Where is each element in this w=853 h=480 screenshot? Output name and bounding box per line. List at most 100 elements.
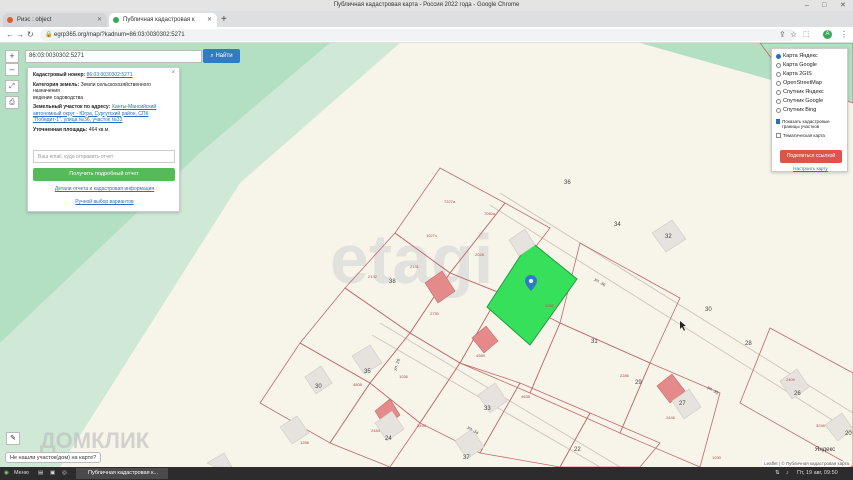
area-label: Уточненная площадь: — [33, 126, 88, 133]
svg-text:24: 24 — [385, 436, 392, 442]
fullscreen-icon[interactable]: ⤢ — [5, 80, 19, 93]
start-menu-icon[interactable]: ◉ — [4, 467, 9, 480]
checkbox-label: Тематическая карта — [783, 133, 825, 138]
land-use-value: ведение садоводства — [33, 94, 84, 101]
area-row: Уточненная площадь: 464 кв.м. — [33, 127, 174, 134]
svg-text:29: 29 — [635, 380, 642, 386]
menu-dots-icon[interactable]: ⋮ — [840, 28, 848, 42]
svg-text:1286: 1286 — [300, 440, 310, 445]
svg-text:28: 28 — [745, 341, 752, 347]
svg-text:30: 30 — [705, 307, 712, 313]
checkbox-label: Показать кадастровые границы участков — [782, 119, 830, 129]
svg-text:22: 22 — [574, 447, 581, 453]
tab-bar: Риэс : object ✕ Публичная кадастровая к … — [0, 11, 853, 27]
radio-icon — [776, 99, 781, 104]
svg-text:ул. 26: ул. 26 — [392, 358, 401, 372]
bookmark-star-icon[interactable]: ☆ — [790, 28, 797, 42]
svg-text:34: 34 — [614, 222, 621, 228]
svg-text:20: 20 — [845, 431, 852, 437]
land-category-label: Категория земель: — [33, 81, 80, 88]
radio-icon — [776, 72, 781, 77]
cadastral-search-input[interactable]: 86:03:0030302:5271 — [25, 50, 202, 63]
address-label: Земельный участок по адресу: — [33, 104, 111, 110]
plot-info-panel: × Кадастровый номер: 86:03:0030302:5271 … — [27, 67, 180, 212]
svg-text:7060а: 7060а — [484, 211, 496, 216]
layer-option-bing-sat[interactable]: Спутник Bing — [776, 106, 843, 115]
minimize-icon[interactable]: – — [805, 1, 809, 10]
zoom-in-button[interactable]: + — [5, 50, 19, 63]
checkbox-icon — [776, 119, 781, 124]
cadastral-borders-toggle[interactable]: Показать кадастровые границы участков — [776, 119, 843, 131]
url-field[interactable]: 🔒 egrp365.org/map/?kadnum=86:03:0030302:… — [40, 29, 795, 41]
svg-text:36: 36 — [564, 180, 571, 186]
land-category-row: Категория земель: Земли сельскохозяйстве… — [33, 82, 174, 95]
get-report-button[interactable]: Получить подробный отчет — [33, 168, 175, 181]
svg-text:1032: 1032 — [545, 303, 555, 308]
tab-close-icon[interactable]: ✕ — [207, 13, 212, 27]
layer-option-google-sat[interactable]: Спутник Google — [776, 97, 843, 106]
clock[interactable]: Пт, 19 авг, 09:50 — [797, 467, 838, 480]
svg-text:2131: 2131 — [410, 264, 420, 269]
layer-option-osm[interactable]: OpenStreetMap — [776, 79, 843, 88]
svg-text:2132: 2132 — [368, 274, 378, 279]
layer-option-yandex-sat[interactable]: Спутник Яндекс — [776, 88, 843, 97]
volume-icon[interactable]: ♪ — [786, 467, 789, 480]
file-manager-icon[interactable]: ▤ — [38, 467, 43, 480]
map-view[interactable]: etagi ДОМКЛИК 36 34 32 38 30 28 31 29 27… — [0, 43, 853, 467]
svg-text:37: 37 — [463, 455, 470, 461]
yandex-logo: Яндекс — [815, 447, 835, 453]
tab-label: Публичная кадастровая к — [123, 17, 195, 23]
address-row: Земельный участок по адресу: Ханты-Манси… — [33, 104, 174, 124]
taskbar-browser-window[interactable]: Публичная кадастровая к... — [76, 468, 168, 479]
kad-number-row: Кадастровый номер: 86:03:0030302:5271 — [33, 72, 174, 79]
share-icon[interactable]: ⇪ — [779, 28, 786, 42]
svg-text:35: 35 — [364, 369, 371, 375]
edit-pencil-icon[interactable]: ✎ — [6, 432, 20, 445]
svg-text:3246: 3246 — [816, 423, 826, 428]
manual-select-link[interactable]: Ручной выбор вариантов — [28, 199, 181, 206]
print-icon[interactable]: ⎙ — [5, 96, 19, 109]
find-button[interactable]: ⌕ Найти — [203, 49, 240, 63]
layer-option-google-map[interactable]: Карта Google — [776, 61, 843, 70]
browser-icon[interactable]: ◎ — [62, 467, 67, 480]
maximize-icon[interactable]: □ — [822, 1, 826, 10]
radio-icon — [776, 108, 781, 113]
layer-label: Карта Яндекс — [783, 53, 818, 59]
report-details-link[interactable]: Детали отчета и кадастровая информация — [28, 186, 181, 193]
area-value: 464 кв.м. — [88, 126, 110, 133]
kad-number-link[interactable]: 86:03:0030302:5271 — [87, 72, 133, 78]
new-tab-button[interactable]: + — [221, 13, 227, 27]
checkbox-icon — [776, 133, 781, 138]
zoom-out-button[interactable]: – — [5, 63, 19, 76]
svg-text:ул. 35: ул. 35 — [706, 385, 719, 396]
share-link-button[interactable]: Поделиться ссылкой — [780, 150, 842, 163]
tab-label: Риэс : object — [17, 17, 52, 23]
layer-option-2gis[interactable]: Карта 2GIS — [776, 70, 843, 79]
network-icon[interactable]: ⇅ — [775, 467, 780, 480]
svg-text:2446: 2446 — [666, 415, 676, 420]
email-input[interactable]: Ваш email, куда отправить отчет — [33, 150, 175, 163]
reload-icon[interactable]: ↻ — [27, 28, 34, 42]
back-icon[interactable]: ← — [6, 28, 14, 42]
forward-icon[interactable]: → — [16, 28, 24, 42]
start-menu-button[interactable]: Меню — [14, 467, 29, 480]
tab-cadastral-map[interactable]: Публичная кадастровая к ✕ — [109, 13, 217, 27]
svg-text:1036: 1036 — [399, 374, 409, 379]
svg-text:30: 30 — [315, 384, 322, 390]
configure-map-link[interactable]: Настроить карту — [772, 166, 849, 171]
window-titlebar: Публичная кадастровая карта - Россия 202… — [0, 0, 853, 11]
svg-text:1027з: 1027з — [426, 233, 437, 238]
close-window-icon[interactable]: ✕ — [840, 1, 846, 10]
profile-avatar[interactable]: А — [823, 30, 832, 39]
close-icon[interactable]: × — [171, 70, 175, 77]
tab-object[interactable]: Риэс : object ✕ — [3, 13, 107, 27]
layer-option-yandex-map[interactable]: Карта Яндекс — [776, 52, 843, 61]
svg-text:27: 27 — [679, 401, 686, 407]
not-found-tip[interactable]: Не нашли участок(дом) на карте? — [5, 452, 102, 463]
terminal-icon[interactable]: ▣ — [50, 467, 55, 480]
extensions-icon[interactable]: ⬚ — [803, 28, 810, 42]
search-icon: ⌕ — [210, 53, 214, 59]
thematic-map-toggle[interactable]: Тематическая карта — [776, 131, 843, 140]
tab-close-icon[interactable]: ✕ — [97, 13, 102, 27]
os-taskbar: ◉ Меню ▤ ▣ ◎ Публичная кадастровая к... … — [0, 467, 853, 480]
